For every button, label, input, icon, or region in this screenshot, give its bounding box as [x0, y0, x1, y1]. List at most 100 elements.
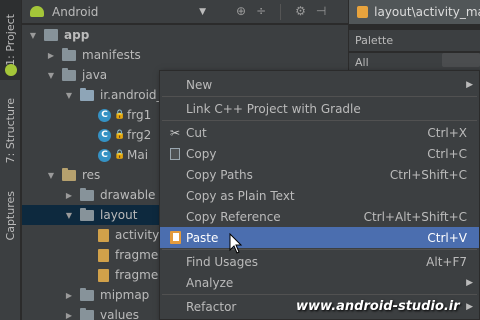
settings-icon[interactable]: ⚙ [295, 4, 306, 20]
tree-item-label: manifests [82, 48, 141, 62]
menu-item-copy-paths[interactable]: Copy Paths Ctrl+Shift+C [160, 164, 479, 185]
captures-tool-tab[interactable]: Captures [0, 186, 21, 246]
collapse-arrow-icon[interactable]: ▶ [64, 291, 74, 300]
menu-item-analyze[interactable]: Analyze ▶ [160, 272, 479, 293]
menu-item-label: Copy [186, 146, 217, 161]
expand-arrow-icon[interactable]: ▼ [28, 31, 38, 40]
structure-tab-label: 7: Structure [4, 98, 17, 164]
package-icon [80, 87, 94, 101]
target-icon[interactable]: ⊕ [236, 4, 246, 20]
context-menu: New ▶ Link C++ Project with Gradle ✂ Cut Ctrl… [159, 70, 480, 320]
xml-file-icon [98, 248, 109, 262]
collapse-arrow-icon[interactable]: ▶ [64, 311, 74, 320]
folder-icon [80, 187, 94, 201]
project-toolbar: Android ▼ ⊕ ÷ ⚙ ⊣ [22, 0, 348, 24]
tree-item-label: mipmap [100, 288, 150, 302]
editor-tab-bar: layout\activity_mai [349, 0, 480, 24]
palette-title: Palette [349, 30, 480, 52]
menu-item-shortcut: Ctrl+V [427, 230, 467, 245]
palette-scrollbar[interactable] [442, 53, 480, 67]
lock-icon: 🔒 [114, 150, 126, 160]
tree-item-label: ir.android_ [100, 88, 163, 102]
submenu-arrow-icon: ▶ [466, 277, 473, 288]
tree-item-label: frg1 [127, 108, 152, 122]
tree-item-label: app [64, 28, 90, 42]
class-icon: C [98, 108, 111, 122]
tree-item-label: fragme [115, 248, 159, 262]
collapse-arrow-icon[interactable]: ▶ [64, 191, 74, 200]
menu-separator [162, 96, 477, 97]
xml-file-icon [357, 6, 369, 18]
tree-item-label: layout [100, 208, 138, 222]
folder-icon [62, 47, 76, 61]
tree-item-label: res [82, 168, 101, 182]
collapse-icon[interactable]: ÷ [256, 4, 266, 20]
menu-separator [162, 294, 477, 295]
tree-item-label: java [82, 68, 108, 82]
chevron-down-icon: ▼ [199, 6, 206, 17]
tree-item-label: activity [115, 228, 160, 242]
folder-icon [62, 67, 76, 81]
expand-arrow-icon[interactable]: ▼ [46, 171, 56, 180]
folder-icon [80, 287, 94, 301]
structure-tool-tab[interactable]: 7: Structure [0, 88, 21, 174]
menu-item-new[interactable]: New ▶ [160, 74, 479, 95]
module-icon [44, 29, 58, 41]
tool-window-strip: 1: Project 7: Structure Captures [0, 0, 21, 320]
folder-icon [80, 207, 94, 221]
class-icon: C [98, 128, 111, 142]
menu-item-label: Copy as Plain Text [186, 188, 295, 203]
menu-item-copy-as-plain-text[interactable]: Copy as Plain Text [160, 185, 479, 206]
submenu-arrow-icon: ▶ [466, 79, 473, 90]
menu-item-shortcut: Alt+F7 [426, 254, 467, 269]
menu-item-link-c-project-with-gradle[interactable]: Link C++ Project with Gradle [160, 98, 479, 119]
paste-icon [166, 231, 184, 244]
lock-icon: 🔒 [114, 110, 126, 120]
xml-file-icon [98, 228, 109, 242]
resource-folder-icon [62, 167, 76, 181]
menu-item-label: Link C++ Project with Gradle [186, 101, 361, 116]
menu-item-label: Cut [186, 125, 207, 140]
editor-tab-label: layout\activity_mai [374, 5, 480, 19]
menu-item-label: Copy Reference [186, 209, 281, 224]
expand-arrow-icon[interactable]: ▼ [64, 91, 74, 100]
submenu-arrow-icon: ▶ [466, 301, 473, 312]
menu-item-find-usages[interactable]: Find Usages Alt+F7 [160, 251, 479, 272]
expand-arrow-icon[interactable]: ▼ [46, 71, 56, 80]
hide-icon[interactable]: ⊣ [316, 4, 326, 20]
tab-activity-main[interactable]: layout\activity_mai [349, 0, 480, 24]
lock-icon: 🔒 [114, 130, 126, 140]
menu-item-label: New [186, 77, 213, 92]
menu-item-shortcut: Ctrl+Shift+C [389, 167, 467, 182]
captures-tab-label: Captures [4, 191, 17, 241]
menu-separator [162, 249, 477, 250]
toolbar-divider [280, 3, 282, 20]
mouse-cursor-icon [229, 233, 243, 254]
menu-item-shortcut: Ctrl+X [427, 125, 467, 140]
watermark: www.android-studio.ir [296, 299, 460, 314]
menu-item-cut[interactable]: ✂ Cut Ctrl+X [160, 122, 479, 143]
menu-item-copy[interactable]: Copy Ctrl+C [160, 143, 479, 164]
android-icon [30, 6, 44, 17]
tree-item-label: fragme [115, 268, 159, 282]
menu-item-copy-reference[interactable]: Copy Reference Ctrl+Alt+Shift+C [160, 206, 479, 227]
menu-item-label: Find Usages [186, 254, 259, 269]
tree-item[interactable]: ▶ manifests [22, 45, 348, 65]
tree-item-label: values [100, 308, 140, 320]
folder-icon [80, 307, 94, 320]
collapse-arrow-icon[interactable]: ▶ [46, 51, 56, 60]
tree-item[interactable]: ▼ app [22, 25, 348, 45]
tree-item-label: Mai [127, 148, 149, 162]
project-view-label: Android [52, 4, 99, 19]
android-icon [5, 64, 17, 76]
copy-icon [166, 147, 184, 160]
menu-item-label: Analyze [186, 275, 234, 290]
menu-item-label: Copy Paths [186, 167, 253, 182]
tree-item-label: frg2 [127, 128, 152, 142]
expand-arrow-icon[interactable]: ▼ [64, 211, 74, 220]
menu-item-shortcut: Ctrl+Alt+Shift+C [363, 209, 467, 224]
menu-item-paste[interactable]: Paste Ctrl+V [160, 227, 479, 248]
xml-file-icon [98, 268, 109, 282]
menu-item-shortcut: Ctrl+C [427, 146, 467, 161]
project-view-dropdown[interactable]: Android ▼ [22, 0, 212, 24]
